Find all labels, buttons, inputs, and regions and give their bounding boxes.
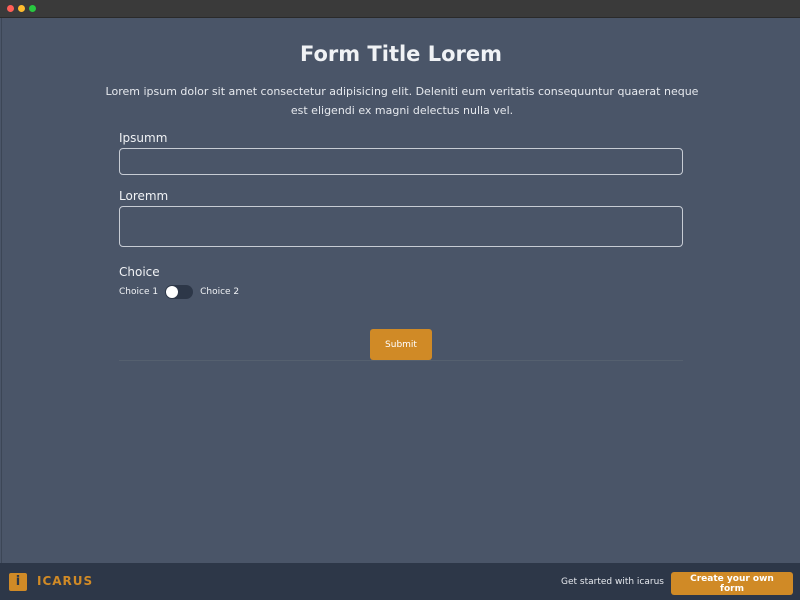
lorem-label: Loremm [119, 189, 169, 203]
lorem-textarea[interactable] [119, 206, 683, 247]
ipsum-input[interactable] [119, 148, 683, 175]
form-container: Form Title Lorem Lorem ipsum dolor sit a… [1, 18, 800, 563]
choice-toggle-row: Choice 1 Choice 2 [119, 284, 239, 300]
icarus-logo-icon: i [9, 573, 27, 591]
brand-name: ICARUS [37, 574, 94, 588]
close-window-button[interactable] [7, 5, 14, 12]
window-titlebar [0, 0, 800, 18]
choice-toggle-switch[interactable] [165, 285, 194, 299]
choice-label: Choice [119, 265, 160, 279]
create-form-button[interactable]: Create your own form [671, 572, 793, 595]
minimize-window-button[interactable] [18, 5, 25, 12]
submit-button[interactable]: Submit [370, 329, 432, 360]
choice-2-label: Choice 2 [200, 287, 240, 297]
footer-tagline: Get started with icarus [561, 577, 664, 587]
form-description: Lorem ipsum dolor sit amet consectetur a… [105, 85, 699, 117]
form-title: Form Title Lorem [299, 42, 503, 66]
form-divider [119, 360, 683, 361]
footer-bar: i ICARUS Get started with icarus Create … [0, 563, 800, 600]
zoom-window-button[interactable] [29, 5, 36, 12]
ipsum-label: Ipsumm [119, 131, 168, 145]
choice-1-label: Choice 1 [119, 287, 159, 297]
toggle-knob [166, 286, 179, 298]
